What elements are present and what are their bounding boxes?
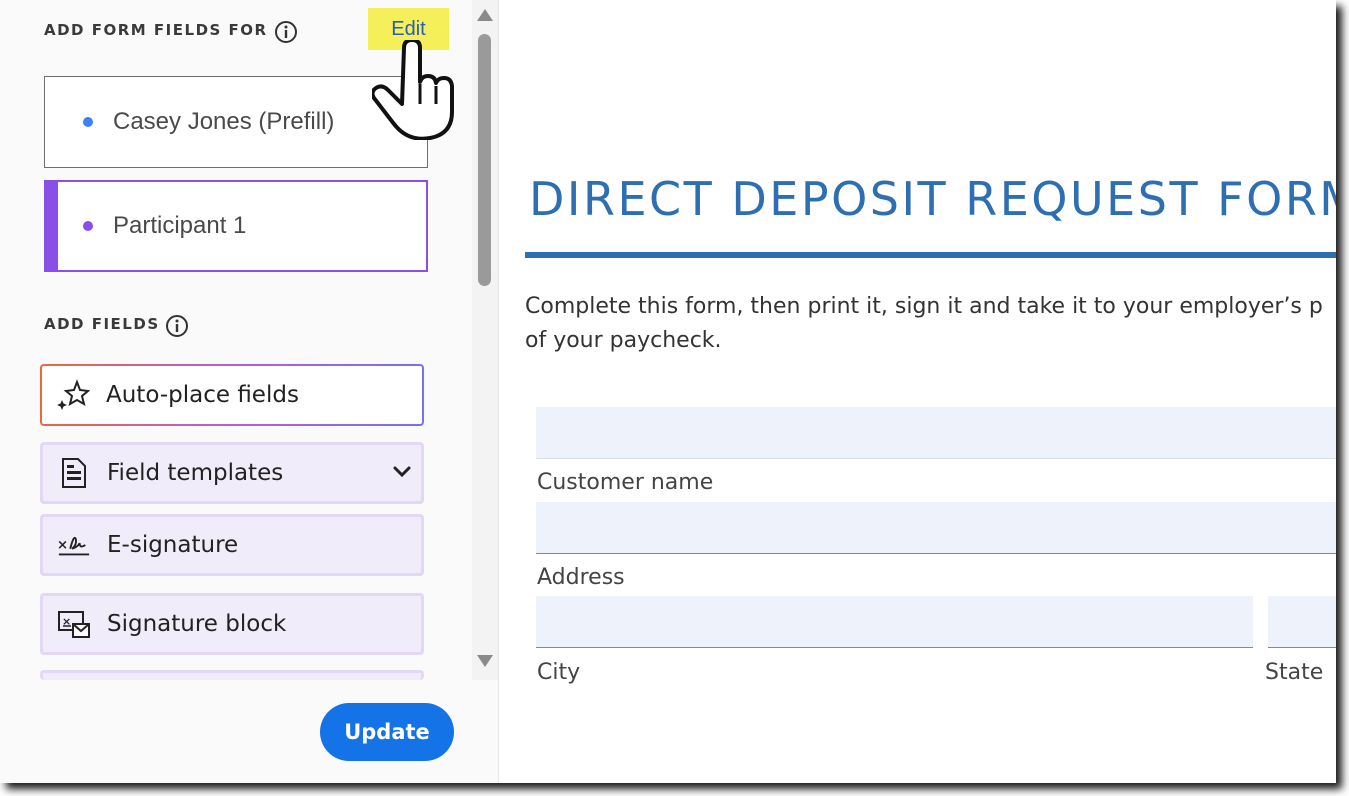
customer-name-label: Customer name	[537, 470, 714, 495]
info-icon[interactable]	[165, 314, 189, 343]
document-icon	[57, 456, 91, 490]
sparkle-icon	[56, 378, 90, 412]
add-fields-title: ADD FIELDS	[44, 315, 160, 333]
field-button-label: Field templates	[107, 460, 284, 486]
document-preview: DIRECT DEPOSIT REQUEST FORM Complete thi…	[499, 0, 1336, 783]
participant-color-dot	[83, 117, 93, 127]
field-button-label: Signature block	[107, 611, 287, 637]
signature-block-icon: ×	[57, 607, 91, 641]
top-form-field[interactable]	[536, 407, 1336, 459]
address-label: Address	[537, 565, 625, 590]
city-label: City	[537, 660, 581, 685]
add-form-fields-title: ADD FORM FIELDS FOR	[44, 21, 268, 39]
form-fields-panel: ADD FORM FIELDS FOR Edit Casey Jones (Pr…	[0, 0, 499, 783]
field-button-label: Auto-place fields	[106, 382, 299, 408]
svg-text:×: ×	[57, 538, 68, 553]
signature-icon: ×	[57, 528, 91, 562]
chevron-down-icon[interactable]	[391, 461, 413, 488]
app-window: ADD FORM FIELDS FOR Edit Casey Jones (Pr…	[0, 0, 1336, 783]
description-line: Complete this form, then print it, sign …	[525, 294, 1323, 319]
state-field[interactable]	[1268, 596, 1336, 648]
customer-name-field[interactable]	[536, 502, 1336, 554]
participant-label: Participant 1	[113, 212, 247, 239]
field-button-label: E-signature	[107, 532, 239, 558]
state-label: State	[1265, 660, 1324, 685]
participant-casey-jones[interactable]: Casey Jones (Prefill)	[44, 76, 428, 168]
participant-color-dot	[83, 221, 93, 231]
title-rule	[525, 252, 1336, 258]
scroll-down-arrow-icon[interactable]	[476, 654, 494, 673]
update-button[interactable]: Update	[320, 703, 454, 761]
scroll-up-arrow-icon[interactable]	[476, 8, 494, 27]
signature-block-button[interactable]: × Signature block	[40, 593, 424, 655]
partial-field-button[interactable]	[40, 670, 424, 680]
participant-1[interactable]: Participant 1	[44, 180, 428, 272]
document-description: Complete this form, then print it, sign …	[525, 290, 1336, 358]
document-title: DIRECT DEPOSIT REQUEST FORM	[529, 172, 1336, 226]
participant-label: Casey Jones (Prefill)	[113, 108, 335, 135]
description-line: of your paycheck.	[525, 328, 722, 353]
e-signature-button[interactable]: × E-signature	[40, 514, 424, 576]
city-field[interactable]	[536, 596, 1253, 648]
auto-place-fields-button[interactable]: Auto-place fields	[40, 364, 424, 426]
info-icon[interactable]	[274, 20, 298, 49]
scrollbar-thumb[interactable]	[478, 34, 491, 286]
hand-pointer-cursor-icon	[370, 38, 456, 145]
field-templates-button[interactable]: Field templates	[40, 442, 424, 504]
